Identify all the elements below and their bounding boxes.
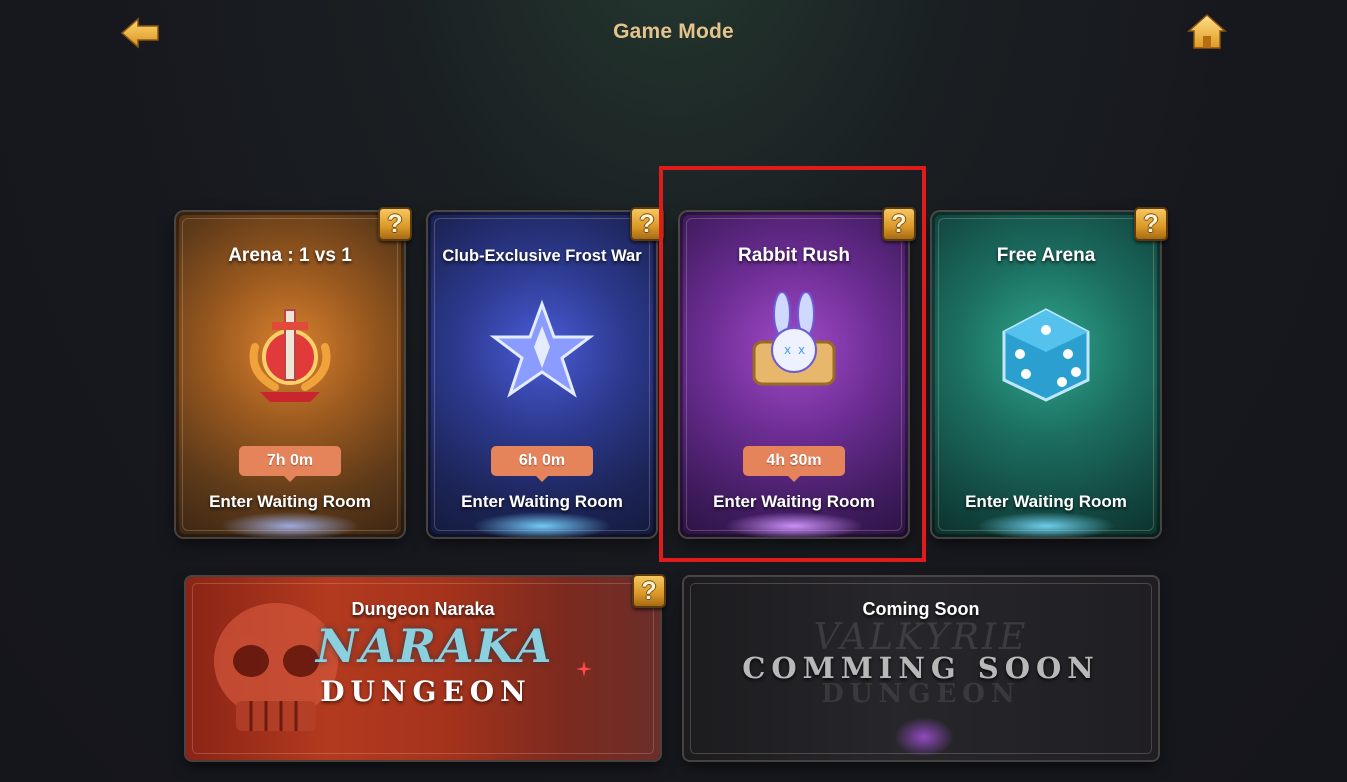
card-glow: [976, 512, 1116, 537]
card-title: Free Arena: [996, 245, 1096, 266]
timer-badge: 7h 0m: [239, 446, 341, 482]
mode-card-free-arena[interactable]: Free Arena Enter Waiting Room: [932, 212, 1160, 537]
enter-waiting-room-button[interactable]: Enter Waiting Room: [176, 492, 404, 512]
card-glow: [220, 512, 360, 537]
home-icon[interactable]: [1186, 12, 1228, 52]
enter-waiting-room-button[interactable]: Enter Waiting Room: [932, 492, 1160, 512]
help-icon[interactable]: ?: [630, 207, 664, 241]
svg-text:x: x: [798, 343, 805, 357]
banner-glow: [894, 717, 954, 757]
help-icon[interactable]: ?: [882, 207, 916, 241]
card-glow: [724, 512, 864, 537]
card-title: Rabbit Rush: [738, 245, 850, 266]
rabbit-scroll-icon: x x: [752, 292, 836, 386]
top-bar: Game Mode: [0, 0, 1347, 70]
coming-soon-logo: COMMING SOON: [742, 651, 1100, 685]
banner-dungeon-naraka[interactable]: Dungeon Naraka NARAKA DUNGEON: [186, 577, 660, 760]
help-icon[interactable]: ?: [1134, 207, 1168, 241]
timer-badge: 4h 30m: [743, 446, 845, 482]
dice-icon: [1002, 308, 1090, 402]
card-glow: [472, 512, 612, 537]
card-title: Club-Exclusive Frost War: [442, 247, 642, 265]
enter-waiting-room-button[interactable]: Enter Waiting Room: [428, 492, 656, 512]
banner-title: Dungeon Naraka: [351, 599, 495, 619]
ice-crystal-icon: [489, 299, 595, 398]
page-title: Game Mode: [613, 20, 734, 43]
svg-text:x: x: [784, 343, 791, 357]
help-icon[interactable]: ?: [632, 574, 666, 608]
mode-card-arena[interactable]: Arena : 1 vs 1 7h 0m Enter Waiting Room: [176, 212, 404, 537]
banner-title: Coming Soon: [862, 599, 980, 619]
mode-card-rabbit-rush[interactable]: Rabbit Rush x x 4h 30m Enter Waiting Roo…: [680, 212, 908, 537]
naraka-logo-subtitle: DUNGEON: [320, 675, 532, 708]
timer-badge: 6h 0m: [491, 446, 593, 482]
trophy-sword-laurel-icon: [249, 309, 331, 402]
card-title: Arena : 1 vs 1: [228, 245, 352, 266]
sparkle-icon: [576, 661, 592, 677]
help-icon[interactable]: ?: [378, 207, 412, 241]
mode-card-frost-war[interactable]: Club-Exclusive Frost War 6h 0m Enter Wai…: [428, 212, 656, 537]
enter-waiting-room-button[interactable]: Enter Waiting Room: [680, 492, 908, 512]
banner-coming-soon: VALKYRIE DUNGEON Coming Soon COMMING SOO…: [684, 577, 1158, 760]
naraka-logo-script: NARAKA: [316, 619, 554, 673]
